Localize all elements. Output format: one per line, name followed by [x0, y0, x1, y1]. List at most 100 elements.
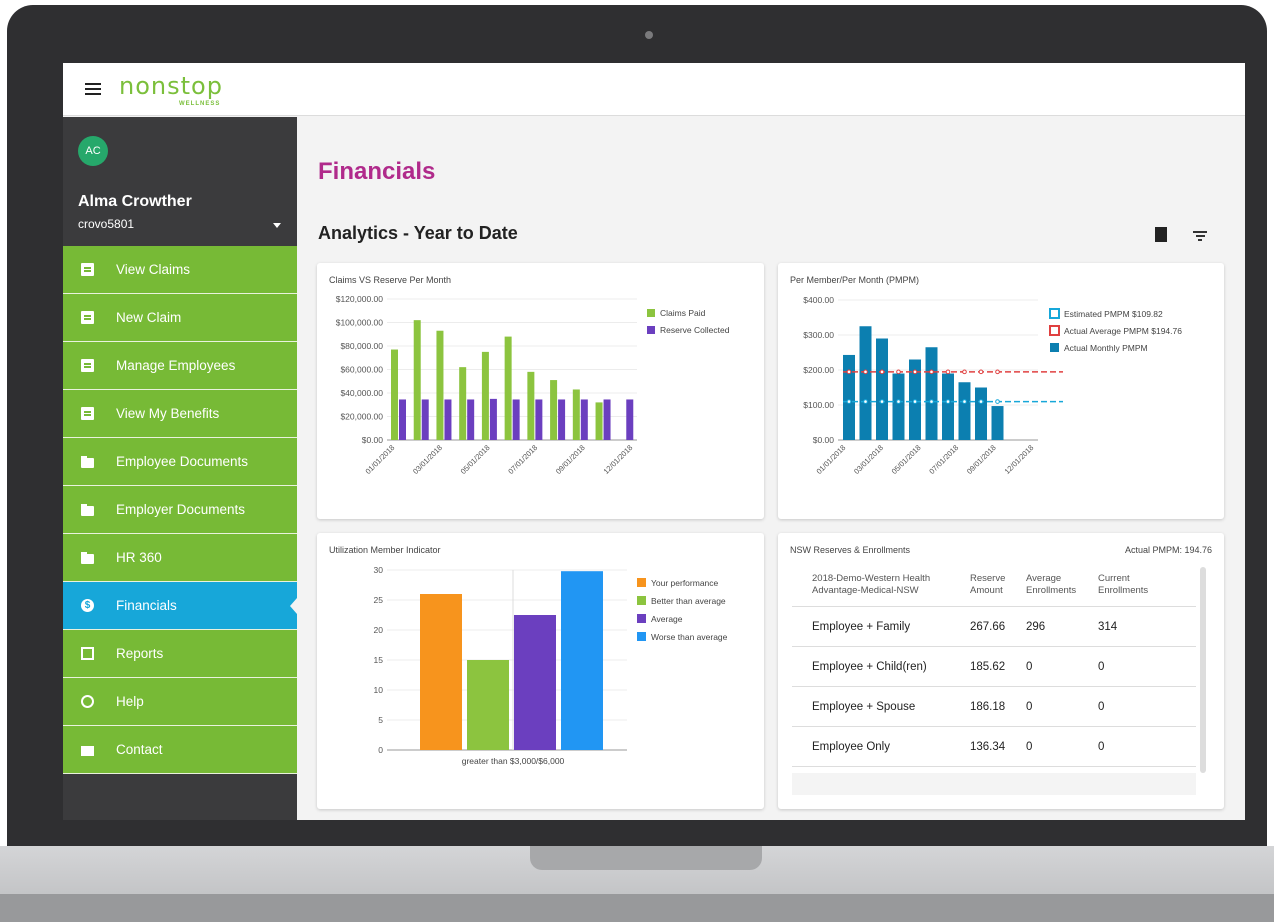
line-marker — [929, 399, 934, 404]
y-tick-label: $120,000.00 — [336, 294, 384, 304]
table-row[interactable]: Employee + Child(ren) 185.62 0 0 — [792, 647, 1196, 687]
y-tick-label: 0 — [378, 745, 383, 755]
bar — [459, 367, 467, 440]
sidebar-item-employer-documents[interactable]: Employer Documents — [63, 486, 297, 534]
filter-icon[interactable] — [1193, 231, 1207, 241]
laptop-frame: nonstop WELLNESS AC Alma Crowther crovo5… — [0, 0, 1274, 922]
sidebar-item-manage-employees[interactable]: Manage Employees — [63, 342, 297, 390]
bar — [595, 402, 603, 440]
reserve-cell: 136.34 — [970, 740, 1006, 753]
legend-swatch — [637, 632, 646, 641]
line-marker — [912, 399, 918, 404]
sidebar-item-reports[interactable]: Reports — [63, 630, 297, 678]
claims-chart: $120,000.00 $100,000.00 $80,000.00 $60,000.… — [336, 294, 730, 476]
line-marker — [962, 399, 967, 404]
y-tick-label: $200.00 — [803, 365, 834, 375]
legend-label: Actual Monthly PMPM — [1064, 343, 1148, 353]
line-marker — [896, 399, 901, 404]
x-tick-label: 01/01/2018 — [364, 443, 397, 476]
bar — [958, 382, 971, 440]
table-row[interactable]: Employee + Family 267.66 296 314 — [792, 607, 1196, 647]
bar — [991, 406, 1004, 440]
bar — [421, 399, 429, 440]
x-tick-label: 05/01/2018 — [459, 443, 492, 476]
current-cell: 0 — [1098, 660, 1105, 673]
legend-label: Your performance — [651, 578, 719, 588]
bar — [489, 398, 497, 440]
chart-title: Utilization Member Indicator — [329, 545, 441, 555]
y-tick-label: 30 — [374, 565, 384, 575]
y-tick-label: 20 — [374, 625, 384, 635]
page-title: Financials — [318, 158, 436, 185]
sidebar-item-label: HR 360 — [116, 550, 162, 565]
bar — [925, 347, 938, 440]
table-scrollbar[interactable] — [1200, 567, 1206, 773]
sidebar-item-view-my-benefits[interactable]: View My Benefits — [63, 390, 297, 438]
y-tick-label: 15 — [374, 655, 384, 665]
sidebar-item-label: Reports — [116, 646, 164, 661]
y-tick-label: $400.00 — [803, 295, 834, 305]
avatar[interactable]: AC — [78, 136, 108, 166]
sidebar-item-financials[interactable]: $ Financials — [63, 582, 297, 630]
table-row[interactable]: Employee + Spouse 186.18 0 0 — [792, 687, 1196, 727]
bar — [975, 387, 987, 440]
sidebar-item-hr-360[interactable]: HR 360 — [63, 534, 297, 582]
table-row[interactable]: Employee Only 136.34 0 0 — [792, 727, 1196, 767]
bar — [444, 399, 452, 440]
reserve-cell: 267.66 — [970, 620, 1006, 633]
section-title: Analytics - Year to Date — [318, 223, 518, 243]
clipboard-icon — [81, 359, 94, 372]
sidebar-item-label: New Claim — [116, 310, 182, 325]
x-category-label: greater than $3,000/$6,000 — [462, 756, 565, 766]
top-bar: nonstop WELLNESS — [63, 63, 1245, 116]
user-menu-caret-icon[interactable] — [273, 223, 281, 228]
bar — [391, 349, 398, 440]
bar — [603, 399, 611, 440]
app-screen: nonstop WELLNESS AC Alma Crowther crovo5… — [63, 63, 1245, 820]
laptop-base-edge — [0, 894, 1274, 922]
y-tick-label: $80,000.00 — [340, 341, 383, 351]
document-icon — [81, 407, 94, 420]
sidebar-item-new-claim[interactable]: New Claim — [63, 294, 297, 342]
line-marker — [978, 399, 984, 404]
line-marker — [929, 369, 934, 375]
bar — [843, 354, 855, 440]
line-marker — [945, 369, 951, 375]
x-tick-label: 01/01/2018 — [815, 443, 848, 476]
export-document-icon[interactable] — [1155, 227, 1167, 242]
legend-swatch — [1050, 343, 1059, 352]
user-id: crovo5801 — [78, 217, 135, 231]
line-marker — [879, 399, 885, 404]
brand-sub: WELLNESS — [179, 101, 221, 107]
line-marker — [863, 399, 868, 404]
avg-cell: 0 — [1026, 660, 1033, 673]
sidebar-item-employee-documents[interactable]: Employee Documents — [63, 438, 297, 486]
bar — [535, 399, 543, 440]
y-tick-label: $0.00 — [362, 435, 384, 445]
legend-swatch — [637, 596, 646, 605]
legend-label: Estimated PMPM $109.82 — [1064, 309, 1163, 319]
sidebar-item-help[interactable]: Help — [63, 678, 297, 726]
bar — [413, 320, 421, 440]
brand-logo[interactable]: nonstop WELLNESS — [119, 72, 223, 107]
help-icon — [81, 695, 94, 708]
line-marker — [995, 369, 1000, 375]
bar — [561, 571, 603, 750]
y-tick-label: $300.00 — [803, 330, 834, 340]
reserves-table-card: NSW Reserves & Enrollments Actual PMPM: … — [778, 533, 1224, 809]
col-average-enrollments: Average Enrollments — [1026, 573, 1077, 596]
sidebar-item-view-claims[interactable]: View Claims — [63, 246, 297, 294]
chart-title: Claims VS Reserve Per Month — [329, 275, 452, 285]
x-tick-label: 07/01/2018 — [506, 443, 539, 476]
bar — [399, 399, 406, 440]
current-cell: 0 — [1098, 700, 1105, 713]
hamburger-menu-icon[interactable] — [85, 83, 101, 95]
bar — [892, 373, 905, 440]
webcam — [645, 31, 653, 39]
brand-name: nonstop — [119, 72, 223, 100]
actual-pmpm: Actual PMPM: 194.76 — [1124, 545, 1212, 555]
folder-icon — [81, 503, 94, 516]
bar — [558, 399, 566, 440]
sidebar-item-contact[interactable]: Contact — [63, 726, 297, 774]
bar — [467, 660, 509, 750]
